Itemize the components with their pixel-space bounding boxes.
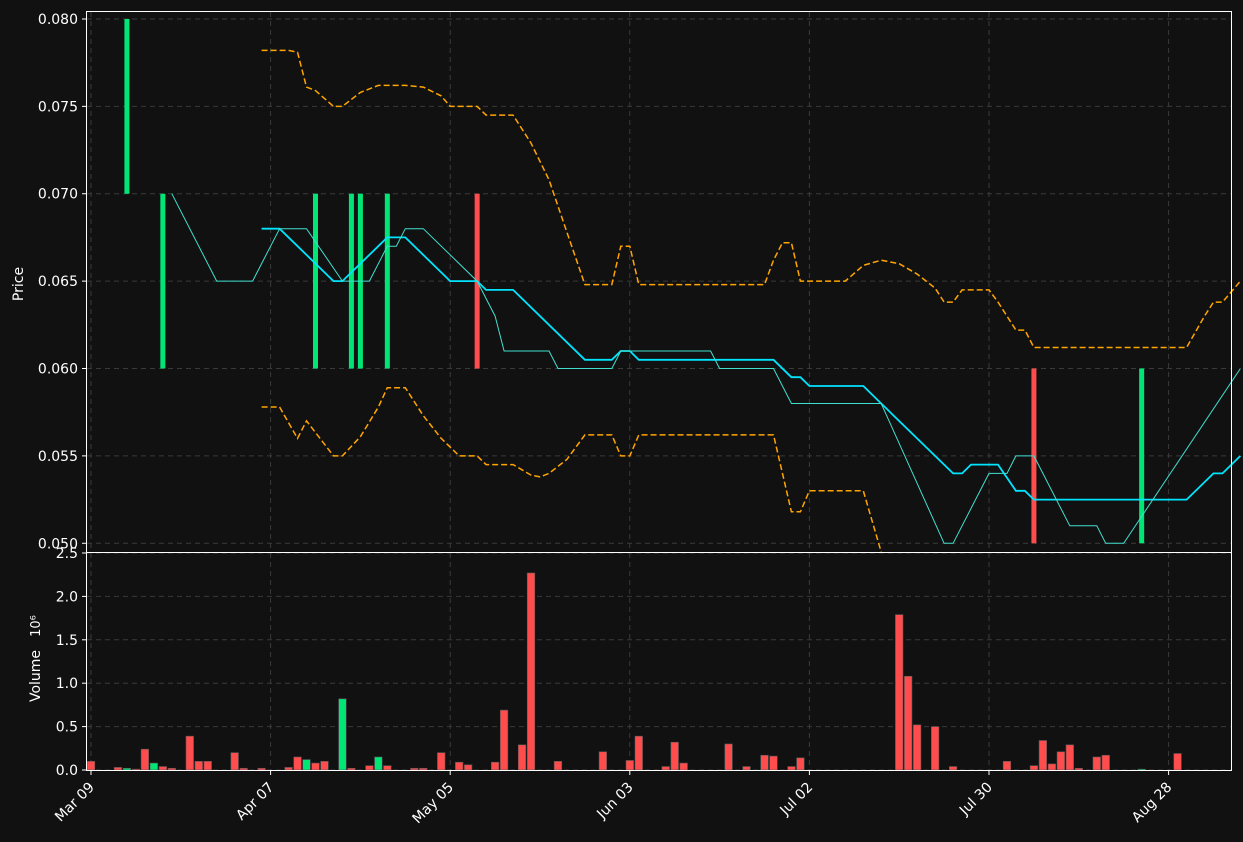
volume-bar: [499, 709, 509, 771]
volume-bar: [347, 767, 356, 771]
volume-y-tick-label: 0.0: [56, 763, 78, 779]
volume-bar: [86, 761, 96, 771]
price-y-tick-label: 0.075: [38, 99, 78, 115]
volume-bar: [230, 752, 239, 771]
volume-bar: [1056, 751, 1065, 771]
volume-bar: [913, 724, 922, 771]
volume-bar: [374, 756, 383, 771]
volume-y-axis-label: Volume: [28, 650, 44, 702]
volume-bar: [203, 761, 212, 771]
price-y-tick-label: 0.065: [38, 274, 78, 290]
volume-bar: [419, 767, 428, 771]
volume-bar: [1173, 753, 1182, 771]
volume-bar: [455, 761, 464, 771]
price-y-tick-label: 0.070: [38, 187, 78, 203]
volume-bar: [239, 767, 248, 771]
volume-bar: [760, 754, 769, 771]
volume-bar: [1038, 740, 1047, 771]
volume-bar: [437, 752, 446, 771]
volume-bar: [338, 698, 347, 771]
volume-bar: [1065, 744, 1074, 771]
chart-background: [0, 0, 1243, 842]
volume-bar: [1047, 763, 1056, 771]
volume-y-tick-label: 0.5: [56, 720, 78, 736]
volume-bar: [1029, 765, 1038, 771]
volume-bar: [302, 759, 311, 771]
volume-bar: [320, 761, 329, 771]
volume-bar: [670, 741, 679, 771]
volume-bar: [796, 757, 805, 771]
volume-bar: [1101, 754, 1110, 771]
volume-bar: [598, 751, 607, 771]
volume-bar: [634, 735, 643, 771]
volume-bar: [383, 765, 392, 771]
candle-body: [160, 193, 166, 369]
volume-bar: [769, 755, 778, 771]
volume-bar: [904, 675, 913, 771]
volume-bar: [526, 572, 536, 771]
volume-bar: [931, 726, 940, 771]
volume-bar: [553, 761, 563, 771]
volume-bar: [1074, 767, 1083, 771]
volume-y-tick-label: 1.0: [56, 676, 78, 692]
volume-bar: [679, 762, 688, 771]
volume-bar: [1092, 756, 1101, 771]
volume-bar: [724, 743, 733, 771]
volume-bar: [257, 767, 266, 771]
candle-body: [313, 193, 318, 369]
volume-bar: [122, 767, 132, 771]
volume-bar: [185, 735, 194, 771]
volume-bar: [1002, 761, 1012, 771]
volume-bar: [365, 765, 374, 771]
volume-bar: [787, 766, 796, 771]
volume-bar: [131, 768, 141, 771]
volume-bar: [410, 767, 419, 771]
volume-bar: [948, 766, 958, 771]
volume-bar: [293, 756, 302, 771]
volume-bar: [167, 767, 176, 771]
price-y-tick-label: 0.060: [38, 362, 78, 378]
price-y-tick-label: 0.055: [38, 449, 78, 465]
volume-bar: [625, 760, 634, 771]
volume-y-tick-label: 1.5: [56, 633, 78, 649]
volume-bar: [311, 762, 320, 771]
volume-bar: [284, 767, 293, 771]
volume-bar: [113, 767, 123, 771]
price-y-tick-label: 0.080: [38, 12, 78, 28]
volume-bar: [517, 744, 527, 771]
volume-bar: [158, 766, 167, 771]
candle-body: [384, 193, 390, 369]
volume-bar: [661, 766, 670, 771]
volume-bar: [1137, 768, 1146, 771]
volume-bar: [140, 748, 149, 771]
volume-bar: [895, 614, 904, 771]
volume-bar: [149, 762, 158, 771]
volume-y-tick-label: 2.5: [56, 546, 78, 562]
price-y-axis-label: Price: [11, 267, 27, 301]
candle-body: [124, 18, 130, 194]
volume-scale-label: 10⁶: [29, 615, 44, 637]
volume-y-tick-label: 2.0: [56, 589, 78, 605]
stock-chart: 0.0500.0550.0600.0650.0700.0750.080 Pric…: [0, 0, 1243, 842]
volume-bar: [742, 766, 751, 771]
volume-bar: [194, 761, 203, 771]
volume-bar: [464, 764, 473, 771]
volume-bar: [490, 761, 500, 771]
